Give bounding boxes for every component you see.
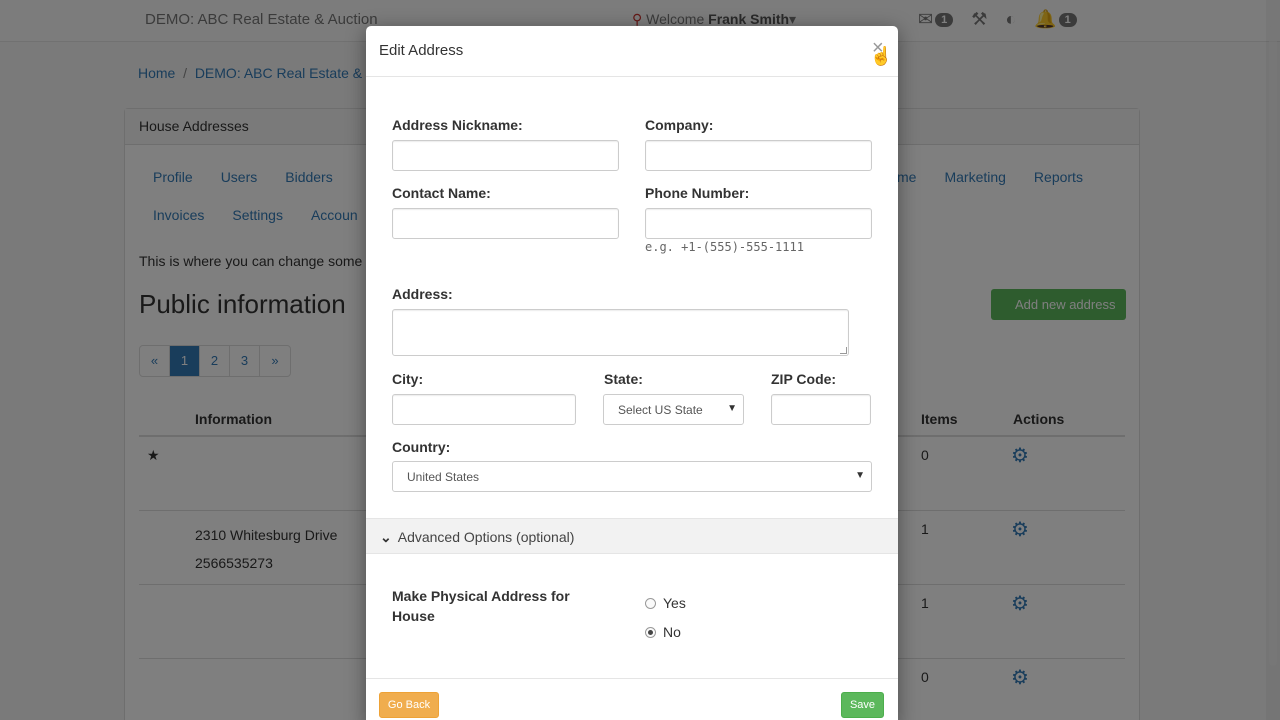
radio-yes-label: Yes — [663, 595, 686, 611]
page-scrollbar[interactable] — [1266, 0, 1280, 720]
radio-no-label: No — [663, 624, 681, 640]
zip-input[interactable] — [771, 394, 871, 425]
company-input[interactable] — [645, 140, 872, 171]
radio-yes[interactable]: Yes — [645, 595, 686, 611]
nickname-input[interactable] — [392, 140, 619, 171]
go-back-button[interactable]: Go Back — [379, 692, 439, 718]
dropdown-arrow-icon: ▼ — [855, 470, 865, 481]
address-textarea[interactable] — [392, 309, 849, 356]
chevron-down-icon: ⌄ — [380, 529, 392, 545]
dropdown-arrow-icon: ▼ — [727, 403, 737, 414]
edit-address-modal: Edit Address × ☝ Address Nickname: Compa… — [366, 26, 898, 720]
physical-address-label: Make Physical Address for House — [392, 588, 570, 624]
advanced-options-toggle[interactable]: ⌄ Advanced Options (optional) — [366, 518, 898, 554]
phone-label: Phone Number: — [645, 185, 750, 201]
advanced-options-label: Advanced Options (optional) — [397, 529, 575, 545]
country-select[interactable]: United States ▼ — [392, 461, 872, 492]
modal-title: Edit Address — [379, 42, 464, 59]
city-input[interactable] — [392, 394, 576, 425]
hand-cursor-icon: ☝ — [870, 46, 893, 66]
nickname-label: Address Nickname: — [392, 117, 523, 133]
phone-help-text: e.g. +1-(555)-555-1111 — [645, 240, 804, 254]
phone-input[interactable] — [645, 208, 872, 239]
company-label: Company: — [645, 117, 714, 133]
zip-label: ZIP Code: — [771, 371, 837, 387]
address-label: Address: — [392, 286, 453, 302]
radio-no[interactable]: No — [645, 624, 681, 640]
city-label: City: — [392, 371, 424, 387]
modal-footer-divider — [366, 678, 898, 679]
radio-yes-circle[interactable] — [645, 597, 656, 609]
state-select[interactable]: Select US State ▼ — [603, 394, 744, 425]
contact-label: Contact Name: — [392, 185, 491, 201]
contact-input[interactable] — [392, 208, 619, 239]
country-selected-value: United States — [407, 470, 480, 484]
resize-handle-icon[interactable] — [840, 347, 847, 354]
scrollbar-thumb[interactable] — [1269, 26, 1277, 666]
state-label: State: — [604, 371, 643, 387]
save-button[interactable]: Save — [841, 692, 884, 718]
radio-no-circle[interactable] — [645, 626, 656, 638]
country-label: Country: — [392, 439, 451, 455]
state-selected-value: Select US State — [618, 403, 703, 417]
modal-header-divider — [366, 76, 898, 77]
